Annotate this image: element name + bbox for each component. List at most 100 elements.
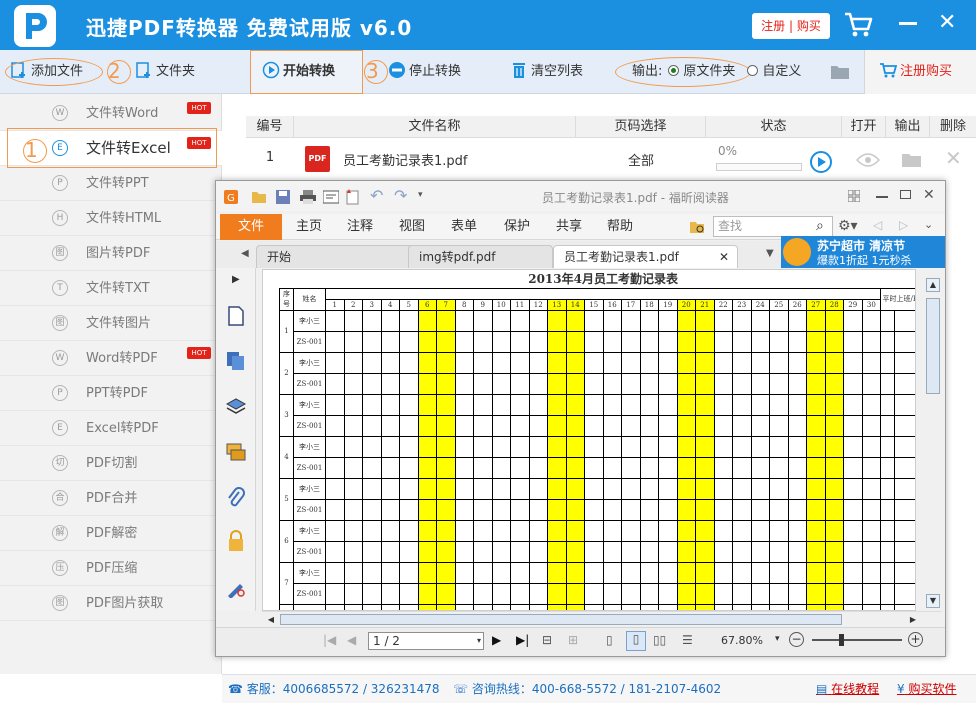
radio-original-folder[interactable]: [668, 65, 680, 76]
open-icon[interactable]: [251, 190, 267, 204]
sidebar-item-3[interactable]: H 文件转HTML: [0, 201, 222, 236]
radio-custom[interactable]: [747, 65, 759, 76]
sidebar-item-11[interactable]: 合 PDF合并: [0, 481, 222, 516]
original-folder-label[interactable]: 原文件夹: [683, 64, 735, 79]
next-view-icon[interactable]: ⊞: [568, 633, 578, 647]
tab-close-icon[interactable]: ✕: [719, 246, 729, 269]
sidebar-item-8[interactable]: P PPT转PDF: [0, 376, 222, 411]
single-page-icon[interactable]: ▯: [606, 633, 613, 647]
tab-list-dropdown-icon[interactable]: ▼: [766, 248, 774, 259]
page-dropdown-icon[interactable]: ▾: [477, 633, 481, 649]
comments-icon[interactable]: [226, 442, 246, 462]
zoom-value[interactable]: 67.80%: [721, 634, 763, 647]
scroll-left-icon[interactable]: ◀: [264, 613, 278, 627]
sidebar-item-4[interactable]: 图 图片转PDF: [0, 236, 222, 271]
nav-back-icon[interactable]: ◁: [873, 218, 882, 232]
find-folder-icon[interactable]: [690, 219, 706, 235]
customize-dropdown-icon[interactable]: ▾: [418, 190, 423, 200]
buy-software-link[interactable]: ¥ 购买软件: [897, 675, 956, 703]
foxit-restore-icon[interactable]: [900, 190, 911, 199]
page-number-input[interactable]: 1 / 2 ▾: [368, 632, 484, 650]
close-icon[interactable]: ✕: [938, 10, 956, 36]
online-tutorial-link[interactable]: ▤ 在线教程: [816, 675, 879, 703]
ribbon-collapse-icon[interactable]: ⌄: [924, 218, 933, 231]
cart-icon[interactable]: [844, 11, 874, 39]
sidebar-item-5[interactable]: T 文件转TXT: [0, 271, 222, 306]
attachment-icon[interactable]: [227, 487, 245, 509]
facing-page-icon[interactable]: ▯▯: [653, 633, 666, 647]
new-icon[interactable]: [346, 189, 360, 205]
foxit-minimize-icon[interactable]: [876, 196, 888, 198]
menu-comment[interactable]: 注释: [347, 214, 373, 240]
stop-convert-button[interactable]: 停止转换: [388, 58, 461, 86]
zoom-slider-track[interactable]: [812, 639, 902, 641]
delete-icon[interactable]: ✕: [945, 146, 962, 170]
print-icon[interactable]: [300, 190, 316, 204]
menu-home[interactable]: 主页: [296, 214, 322, 240]
continuous-page-icon[interactable]: ▯: [626, 631, 646, 651]
continuous-facing-icon[interactable]: ☰: [682, 633, 693, 647]
foxit-close-icon[interactable]: ✕: [923, 187, 935, 203]
foxit-search-input[interactable]: 查找: [713, 216, 833, 237]
vertical-scrollbar[interactable]: ▲ ▼: [924, 276, 942, 610]
menu-help[interactable]: 帮助: [607, 214, 633, 240]
next-page-icon[interactable]: ▶: [492, 633, 501, 647]
scroll-thumb[interactable]: [926, 298, 940, 394]
menu-protect[interactable]: 保护: [504, 214, 530, 240]
minimize-icon[interactable]: [899, 22, 917, 25]
zoom-out-icon[interactable]: −: [789, 632, 804, 647]
zoom-dropdown-icon[interactable]: ▾: [775, 634, 780, 644]
menu-share[interactable]: 共享: [556, 214, 582, 240]
horizontal-scrollbar[interactable]: ◀ ▶: [262, 611, 942, 627]
folder-icon[interactable]: [830, 64, 850, 80]
zoom-slider-handle[interactable]: [839, 634, 844, 646]
foxit-reader-window[interactable]: G ↶ ↷ ▾ 员工考勤记录表1.pdf - 福昕阅读器 ✕ 文件 主页 注释 …: [215, 180, 946, 657]
scroll-up-icon[interactable]: ▲: [926, 278, 940, 292]
scroll-down-icon[interactable]: ▼: [926, 594, 940, 608]
undo-icon[interactable]: ↶: [370, 186, 383, 205]
tab-start[interactable]: 开始: [256, 245, 416, 268]
sidebar-item-7[interactable]: W Word转PDF HOT: [0, 341, 222, 376]
save-icon[interactable]: [276, 190, 290, 204]
sidebar-item-0[interactable]: W 文件转Word HOT: [0, 96, 222, 131]
zoom-in-icon[interactable]: +: [908, 632, 923, 647]
settings-icon[interactable]: ⚙▾: [838, 218, 858, 234]
tab-scroll-left-icon[interactable]: ◀: [241, 248, 249, 259]
sidebar-item-13[interactable]: 压 PDF压缩: [0, 551, 222, 586]
sidebar-item-6[interactable]: 图 文件转图片: [0, 306, 222, 341]
register-buy-button[interactable]: 注册 | 购买: [752, 13, 830, 39]
lock-icon[interactable]: [228, 530, 244, 552]
clear-list-button[interactable]: 清空列表: [510, 58, 583, 86]
search-icon[interactable]: ⌕: [816, 218, 824, 234]
last-page-icon[interactable]: ▶|: [516, 633, 529, 647]
layers-pages-icon[interactable]: [226, 351, 246, 371]
folder-open-icon[interactable]: [901, 152, 923, 168]
tab-attendance[interactable]: 员工考勤记录表1.pdf ✕: [553, 245, 738, 268]
redo-icon[interactable]: ↷: [394, 186, 407, 205]
start-convert-button[interactable]: 开始转换: [262, 58, 335, 86]
row-start-button[interactable]: [810, 151, 832, 173]
panel-expand-icon[interactable]: ▶: [232, 274, 240, 285]
sidebar-item-14[interactable]: 图 PDF图片获取: [0, 586, 222, 621]
row-page-select[interactable]: 全部: [576, 150, 706, 169]
sidebar-item-12[interactable]: 解 PDF解密: [0, 516, 222, 551]
register-buy-toolbar-button[interactable]: 注册购买: [864, 50, 976, 94]
sidebar-item-2[interactable]: P 文件转PPT: [0, 166, 222, 201]
signature-icon[interactable]: [226, 578, 246, 598]
custom-label[interactable]: 自定义: [762, 64, 801, 79]
hscroll-thumb[interactable]: [280, 614, 842, 625]
scroll-right-icon[interactable]: ▶: [906, 613, 920, 627]
tab-img-pdf[interactable]: img转pdf.pdf: [408, 245, 553, 268]
email-icon[interactable]: [323, 190, 339, 204]
eye-icon[interactable]: [856, 152, 880, 168]
prev-page-icon[interactable]: ◀: [347, 633, 356, 647]
prev-view-icon[interactable]: ⊟: [542, 633, 552, 647]
layers-icon[interactable]: [225, 396, 247, 416]
pdf-document-view[interactable]: 2013年4月员工考勤记录表序号姓名平时上班/H平时加班/H1234567891…: [262, 269, 916, 611]
menu-file[interactable]: 文件: [220, 214, 282, 240]
menu-form[interactable]: 表单: [451, 214, 477, 240]
grid-icon[interactable]: [848, 190, 860, 202]
menu-view[interactable]: 视图: [399, 214, 425, 240]
sidebar-item-10[interactable]: 切 PDF切割: [0, 446, 222, 481]
page-thumb-icon[interactable]: [228, 306, 244, 326]
